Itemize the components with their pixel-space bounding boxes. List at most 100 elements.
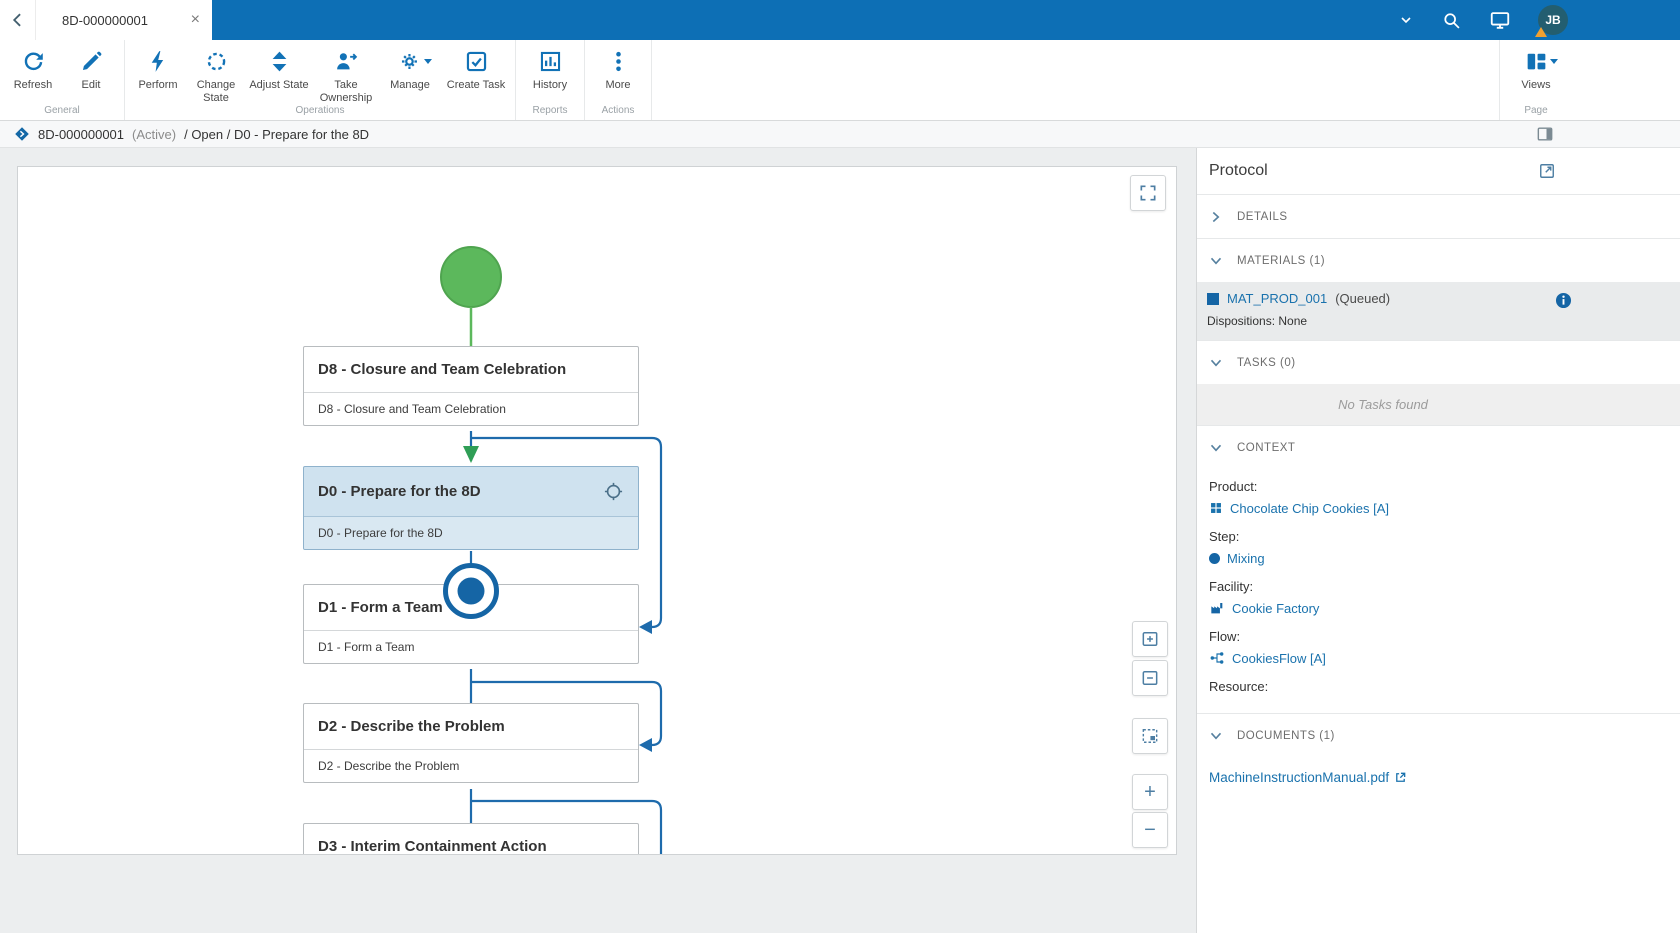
- flow-node-d2[interactable]: D2 - Describe the Problem D2 - Describe …: [303, 703, 639, 783]
- material-name-link[interactable]: MAT_PROD_001: [1227, 291, 1327, 306]
- group-label-reports: Reports: [520, 104, 580, 120]
- start-node: [441, 247, 501, 307]
- views-button[interactable]: Views: [1504, 40, 1568, 104]
- zoom-in-button[interactable]: +: [1132, 774, 1168, 810]
- avatar-warning-badge: [1535, 27, 1547, 37]
- product-link[interactable]: Chocolate Chip Cookies [A]: [1209, 499, 1668, 517]
- breadcrumb-state: (Active): [132, 127, 176, 142]
- state-diamond-icon: [14, 126, 30, 142]
- context-content: Product: Chocolate Chip Cookies [A] Step…: [1197, 469, 1680, 713]
- perform-button[interactable]: Perform: [129, 40, 187, 104]
- fullscreen-icon: [1138, 183, 1158, 203]
- section-label-tasks: TASKS (0): [1237, 357, 1296, 369]
- flow-label: Flow:: [1209, 629, 1668, 644]
- take-ownership-label: Take Ownership: [313, 79, 379, 104]
- group-label-operations: Operations: [129, 104, 511, 120]
- refresh-button[interactable]: Refresh: [4, 40, 62, 104]
- toolbar-group-actions: More Actions: [585, 40, 652, 120]
- node-d8-subtitle: D8 - Closure and Team Celebration: [304, 393, 638, 425]
- tab-8d-000000001[interactable]: 8D-000000001 ×: [36, 0, 212, 40]
- node-d0-title: D0 - Prepare for the 8D: [318, 483, 481, 500]
- dock-panel-icon[interactable]: [1535, 124, 1555, 144]
- workflow-workarea: D8 - Closure and Team Celebration D8 - C…: [0, 148, 1196, 933]
- topbar: 8D-000000001 × JB: [0, 0, 1680, 40]
- back-button[interactable]: [0, 0, 36, 40]
- toolbar-group-operations: Perform Change State Adjust State Take O…: [125, 40, 516, 120]
- tab-title: 8D-000000001: [62, 13, 183, 28]
- step-link[interactable]: Mixing: [1209, 549, 1668, 567]
- manage-button[interactable]: Manage: [379, 40, 441, 104]
- more-label: More: [605, 79, 630, 92]
- edit-button[interactable]: Edit: [62, 40, 120, 104]
- user-avatar[interactable]: JB: [1538, 5, 1568, 35]
- history-button[interactable]: History: [520, 40, 580, 104]
- create-task-label: Create Task: [447, 79, 506, 92]
- node-d3-title: D3 - Interim Containment Action: [318, 838, 547, 855]
- flow-node-d0-selected[interactable]: D0 - Prepare for the 8D D0 - Prepare for…: [303, 466, 639, 550]
- document-row: MachineInstructionManual.pdf: [1197, 757, 1680, 798]
- change-state-button[interactable]: Change State: [187, 40, 245, 104]
- take-ownership-button[interactable]: Take Ownership: [313, 40, 379, 104]
- chevron-down-icon: [1207, 354, 1225, 372]
- more-button[interactable]: More: [589, 40, 647, 104]
- protocol-panel: Protocol DETAILS MATERIALS (1) MAT_PROD_…: [1196, 148, 1680, 933]
- overview-minimap-button[interactable]: [1132, 718, 1168, 754]
- material-square-icon: [1207, 293, 1219, 305]
- facility-factory-icon: [1209, 600, 1225, 616]
- document-link[interactable]: MachineInstructionManual.pdf: [1209, 770, 1389, 785]
- step-icon: [1209, 553, 1220, 564]
- material-state: (Queued): [1335, 291, 1390, 306]
- monitor-icon[interactable]: [1489, 9, 1511, 31]
- product-icon: [1209, 501, 1223, 515]
- search-icon[interactable]: [1441, 10, 1462, 31]
- flow-node-d8[interactable]: D8 - Closure and Team Celebration D8 - C…: [303, 346, 639, 426]
- product-label: Product:: [1209, 479, 1668, 494]
- toolbar-spacer: [652, 40, 1499, 120]
- facility-value: Cookie Factory: [1232, 601, 1319, 616]
- create-task-button[interactable]: Create Task: [441, 40, 511, 104]
- section-label-documents: DOCUMENTS (1): [1237, 730, 1335, 742]
- info-icon[interactable]: [1554, 291, 1573, 310]
- refresh-label: Refresh: [14, 79, 53, 92]
- node-d1-title: D1 - Form a Team: [318, 599, 443, 616]
- fullscreen-button[interactable]: [1130, 175, 1166, 211]
- tab-close-icon[interactable]: ×: [191, 12, 200, 28]
- section-header-materials[interactable]: MATERIALS (1): [1197, 238, 1680, 282]
- history-chart-icon: [538, 49, 563, 74]
- edit-label: Edit: [82, 79, 101, 92]
- section-header-context[interactable]: CONTEXT: [1197, 425, 1680, 469]
- more-ellipsis-icon: [606, 49, 631, 74]
- step-value: Mixing: [1227, 551, 1265, 566]
- open-panel-icon[interactable]: [1537, 161, 1557, 181]
- group-label-actions: Actions: [589, 104, 647, 120]
- change-state-icon: [204, 49, 229, 74]
- perform-label: Perform: [138, 79, 177, 92]
- section-header-documents[interactable]: DOCUMENTS (1): [1197, 713, 1680, 757]
- workflow-canvas[interactable]: D8 - Closure and Team Celebration D8 - C…: [17, 166, 1177, 855]
- breadcrumb-path: / Open / D0 - Prepare for the 8D: [184, 127, 369, 142]
- flow-node-d3[interactable]: D3 - Interim Containment Action: [303, 823, 639, 855]
- expand-nodes-button[interactable]: [1132, 621, 1168, 657]
- group-label-general: General: [4, 104, 120, 120]
- topbar-right-icons: JB: [1398, 0, 1680, 40]
- adjust-state-button[interactable]: Adjust State: [245, 40, 313, 104]
- facility-link[interactable]: Cookie Factory: [1209, 599, 1668, 617]
- chevron-down-icon: [1207, 439, 1225, 457]
- section-header-tasks[interactable]: TASKS (0): [1197, 340, 1680, 384]
- chevron-down-icon[interactable]: [1398, 12, 1414, 28]
- node-d2-title: D2 - Describe the Problem: [318, 718, 505, 735]
- section-header-details[interactable]: DETAILS: [1197, 194, 1680, 238]
- manage-gear-icon: [398, 49, 423, 74]
- overview-minimap-icon: [1140, 726, 1160, 746]
- collapse-nodes-button[interactable]: [1132, 660, 1168, 696]
- views-layout-icon: [1524, 49, 1549, 74]
- zoom-out-button[interactable]: −: [1132, 812, 1168, 848]
- material-item[interactable]: MAT_PROD_001 (Queued) Dispositions: None: [1197, 282, 1680, 340]
- perform-lightning-icon: [146, 49, 171, 74]
- external-link-icon[interactable]: [1394, 771, 1407, 784]
- flow-icon: [1209, 650, 1225, 666]
- back-chevron-icon: [8, 10, 28, 30]
- node-d2-subtitle: D2 - Describe the Problem: [304, 750, 638, 782]
- expand-nodes-icon: [1140, 629, 1160, 649]
- flow-link[interactable]: CookiesFlow [A]: [1209, 649, 1668, 667]
